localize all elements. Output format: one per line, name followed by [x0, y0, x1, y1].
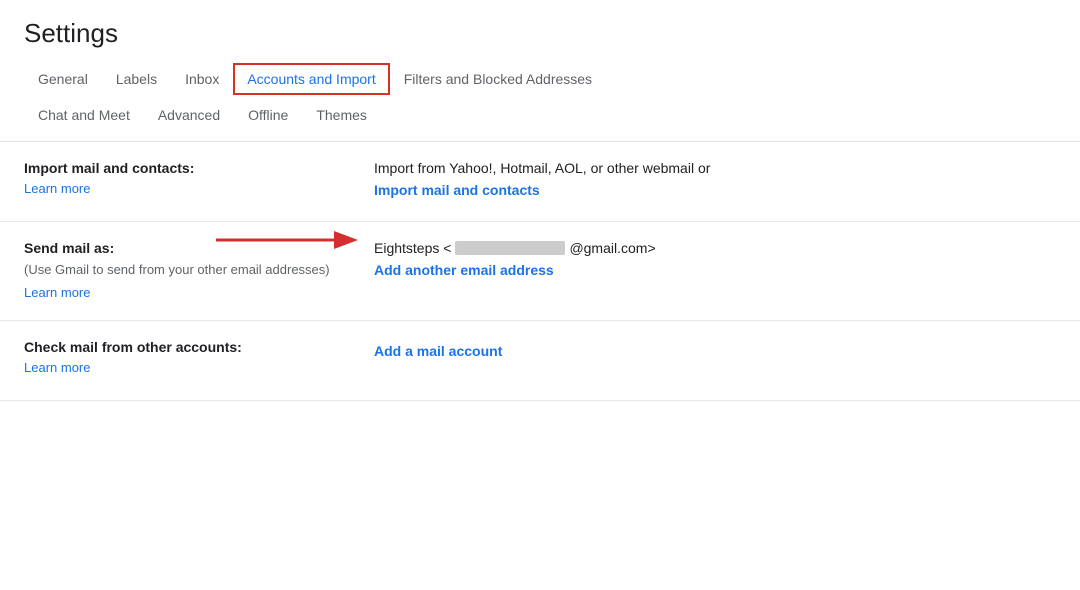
tab-inbox[interactable]: Inbox — [171, 63, 233, 95]
tabs-row2: Chat and Meet Advanced Offline Themes — [24, 95, 1056, 131]
red-arrow-icon — [214, 222, 364, 258]
page-header: Settings General Labels Inbox Accounts a… — [0, 0, 1080, 142]
check-mail-value-col: Add a mail account — [364, 339, 1056, 359]
page-title: Settings — [24, 18, 1056, 49]
tab-themes[interactable]: Themes — [302, 99, 381, 131]
import-mail-title: Import mail and contacts: — [24, 160, 344, 176]
settings-content: Import mail and contacts: Learn more Imp… — [0, 142, 1080, 401]
import-mail-value-col: Import from Yahoo!, Hotmail, AOL, or oth… — [364, 160, 1056, 198]
send-mail-desc: (Use Gmail to send from your other email… — [24, 260, 344, 280]
email-suffix: @gmail.com> — [569, 240, 655, 256]
import-mail-action[interactable]: Import mail and contacts — [374, 182, 1056, 198]
add-mail-account-link[interactable]: Add a mail account — [374, 343, 1056, 359]
tab-chat-meet[interactable]: Chat and Meet — [24, 99, 144, 131]
check-mail-learn-more[interactable]: Learn more — [24, 360, 90, 375]
email-prefix: Eightsteps < — [374, 240, 451, 256]
blurred-email — [455, 241, 565, 255]
import-mail-label-col: Import mail and contacts: Learn more — [24, 160, 364, 198]
tabs-row1: General Labels Inbox Accounts and Import… — [24, 63, 1056, 95]
add-another-email-link[interactable]: Add another email address — [374, 262, 1056, 278]
tab-offline[interactable]: Offline — [234, 99, 302, 131]
tab-advanced[interactable]: Advanced — [144, 99, 234, 131]
tab-filters[interactable]: Filters and Blocked Addresses — [390, 63, 606, 95]
check-mail-title: Check mail from other accounts: — [24, 339, 344, 355]
tab-accounts-import[interactable]: Accounts and Import — [233, 63, 389, 95]
tab-general[interactable]: General — [24, 63, 102, 95]
send-mail-value-col: Eightsteps < @gmail.com> Add another ema… — [364, 240, 1056, 278]
send-mail-learn-more[interactable]: Learn more — [24, 285, 90, 300]
check-mail-row: Check mail from other accounts: Learn mo… — [0, 321, 1080, 401]
check-mail-label-col: Check mail from other accounts: Learn mo… — [24, 339, 364, 377]
send-mail-row: Send mail as: (Use Gmail to send from yo… — [0, 222, 1080, 321]
import-mail-learn-more[interactable]: Learn more — [24, 181, 90, 196]
import-mail-desc: Import from Yahoo!, Hotmail, AOL, or oth… — [374, 160, 1056, 176]
import-mail-row: Import mail and contacts: Learn more Imp… — [0, 142, 1080, 222]
send-mail-email: Eightsteps < @gmail.com> — [374, 240, 1056, 256]
tab-labels[interactable]: Labels — [102, 63, 171, 95]
